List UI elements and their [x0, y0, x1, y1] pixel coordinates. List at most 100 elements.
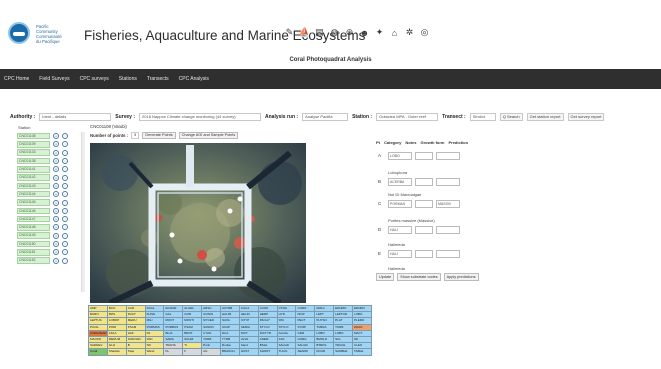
chart-icon[interactable]: ▤: [314, 27, 325, 38]
station-name-button[interactable]: CNC01141: [17, 166, 50, 173]
code-cell[interactable]: SHORT: [257, 348, 278, 356]
analysis-run-select[interactable]: Analyse Pacifia: [302, 113, 349, 121]
nav-item-field-surveys[interactable]: Field Surveys: [39, 76, 69, 82]
edit-icon[interactable]: ○: [62, 232, 68, 239]
home-icon[interactable]: ⌂: [389, 27, 400, 38]
edit-icon[interactable]: ○: [62, 191, 68, 198]
search-button[interactable]: Q Search: [499, 113, 523, 121]
station-name-button[interactable]: CNC01142: [17, 174, 50, 181]
notes-input[interactable]: [415, 250, 433, 258]
view-icon[interactable]: ●: [53, 191, 59, 198]
generate-points-button[interactable]: Generate Points: [142, 132, 176, 139]
station-name-button[interactable]: CNC01146: [17, 207, 50, 215]
get-station-report-button[interactable]: Get station report: [526, 113, 564, 121]
code-cell[interactable]: Shadow: [106, 348, 127, 356]
update-button[interactable]: Update: [376, 273, 395, 281]
view-icon[interactable]: ●: [53, 241, 59, 247]
edit-icon[interactable]: ○: [62, 207, 68, 214]
view-icon[interactable]: ●: [53, 249, 59, 256]
network-icon[interactable]: ⊛: [344, 27, 355, 38]
code-cell[interactable]: TABLE: [352, 348, 372, 356]
category-input[interactable]: HALI: [388, 250, 412, 258]
station-name-button[interactable]: CNC01108: [17, 132, 50, 140]
code-cell[interactable]: Tape: [125, 348, 146, 356]
view-icon[interactable]: ●: [53, 182, 59, 189]
edit-icon[interactable]: ○: [62, 174, 68, 181]
globe-icon[interactable]: ◍: [329, 27, 340, 38]
edit-icon[interactable]: ○: [62, 133, 68, 140]
view-icon[interactable]: ●: [53, 149, 59, 156]
growth-form-input[interactable]: [436, 226, 460, 234]
growth-form-input[interactable]: [436, 178, 460, 186]
fish-icon[interactable]: ✦: [374, 27, 385, 38]
boat-icon[interactable]: ⛵: [299, 27, 310, 38]
station-name-button[interactable]: CNC01150: [17, 240, 50, 248]
station-name-button[interactable]: CNC01148: [17, 224, 50, 231]
points-select[interactable]: 5: [131, 132, 140, 139]
person-icon[interactable]: ☻: [359, 27, 370, 38]
growth-form-input[interactable]: [436, 152, 460, 160]
category-input[interactable]: PORMAS: [388, 200, 412, 208]
nav-item-stations[interactable]: Stations: [119, 76, 137, 82]
gear-icon[interactable]: ✲: [404, 27, 415, 38]
code-cell[interactable]: Coral: [88, 348, 108, 356]
code-cell[interactable]: HOST: [238, 348, 259, 356]
category-input[interactable]: ACERBA: [388, 178, 412, 186]
notes-input[interactable]: [415, 152, 433, 160]
view-icon[interactable]: ●: [53, 232, 59, 239]
station-name-button[interactable]: CNC01145: [17, 199, 50, 206]
view-icon[interactable]: ●: [53, 257, 59, 264]
category-input[interactable]: LOBO: [388, 152, 412, 160]
station-name-button[interactable]: CNC01109: [17, 141, 50, 148]
code-cell[interactable]: F: [182, 348, 203, 356]
edit-icon[interactable]: ○: [62, 257, 68, 264]
station-name-button[interactable]: CNC01151: [17, 249, 50, 256]
view-icon[interactable]: ●: [53, 207, 59, 214]
station-name-button[interactable]: CNC01152: [17, 257, 50, 264]
transect-select[interactable]: Stnd/ct: [469, 113, 496, 121]
notes-input[interactable]: [415, 178, 433, 186]
code-cell[interactable]: AG: [201, 348, 222, 356]
survey-select[interactable]: 2018 Nappos Climate change monitoring (4…: [139, 113, 262, 121]
code-cell[interactable]: Wand: [144, 348, 165, 356]
notes-input[interactable]: [415, 200, 433, 208]
authority-select[interactable]: Ident - details: [39, 113, 112, 121]
code-cell[interactable]: TULIG: [276, 348, 297, 356]
station-list-scrollbar[interactable]: [81, 132, 85, 292]
apply-predictions-button[interactable]: Apply predictions: [443, 273, 479, 281]
target-icon[interactable]: ◎: [419, 27, 430, 38]
edit-icon[interactable]: ○: [62, 149, 68, 156]
show-substrate-codes-button[interactable]: Show substrate codes: [397, 273, 441, 281]
growth-form-input[interactable]: MASSIV: [436, 200, 460, 208]
nav-item-cpc-analysis[interactable]: CPC Analysis: [179, 76, 209, 82]
view-icon[interactable]: ●: [53, 141, 59, 148]
code-cell[interactable]: SAMBLE: [333, 348, 354, 356]
station-name-button[interactable]: CNC01144: [17, 190, 50, 198]
view-icon[interactable]: ●: [53, 166, 59, 173]
code-cell[interactable]: BRANCH: [220, 348, 240, 356]
code-cell[interactable]: CORLDEAD: [88, 329, 108, 337]
category-input[interactable]: HALI: [388, 226, 412, 234]
edit-icon[interactable]: ○: [62, 224, 68, 231]
edit-icon[interactable]: ○: [62, 199, 68, 206]
view-icon[interactable]: ●: [53, 216, 59, 223]
quadrat-photo[interactable]: [90, 143, 306, 303]
edit-icon[interactable]: ○: [62, 141, 68, 148]
pencil-icon[interactable]: ✎: [284, 27, 295, 38]
station-name-button[interactable]: CNC01138: [17, 157, 50, 165]
nav-item-transects[interactable]: Transects: [147, 76, 169, 82]
view-icon[interactable]: ●: [53, 199, 59, 206]
station-select[interactable]: Outsidea MPA - Outer reef: [376, 113, 439, 121]
edit-icon[interactable]: ○: [62, 241, 68, 247]
change-aoi-button[interactable]: Change AOI and Sample Points: [178, 132, 239, 139]
edit-icon[interactable]: ○: [62, 158, 68, 165]
nav-item-cpc-surveys[interactable]: CPC surveys: [80, 76, 109, 82]
nav-item-cpc-home[interactable]: CPC Home: [4, 76, 29, 82]
edit-icon[interactable]: ○: [62, 166, 68, 173]
code-cell[interactable]: KL: [163, 348, 184, 356]
get-survey-report-button[interactable]: Get survey report: [567, 113, 605, 121]
code-cell[interactable]: SEARD: [295, 348, 316, 356]
growth-form-input[interactable]: [436, 250, 460, 258]
station-name-button[interactable]: CNC01133: [17, 149, 50, 156]
code-cell[interactable]: DOUR: [314, 348, 335, 356]
